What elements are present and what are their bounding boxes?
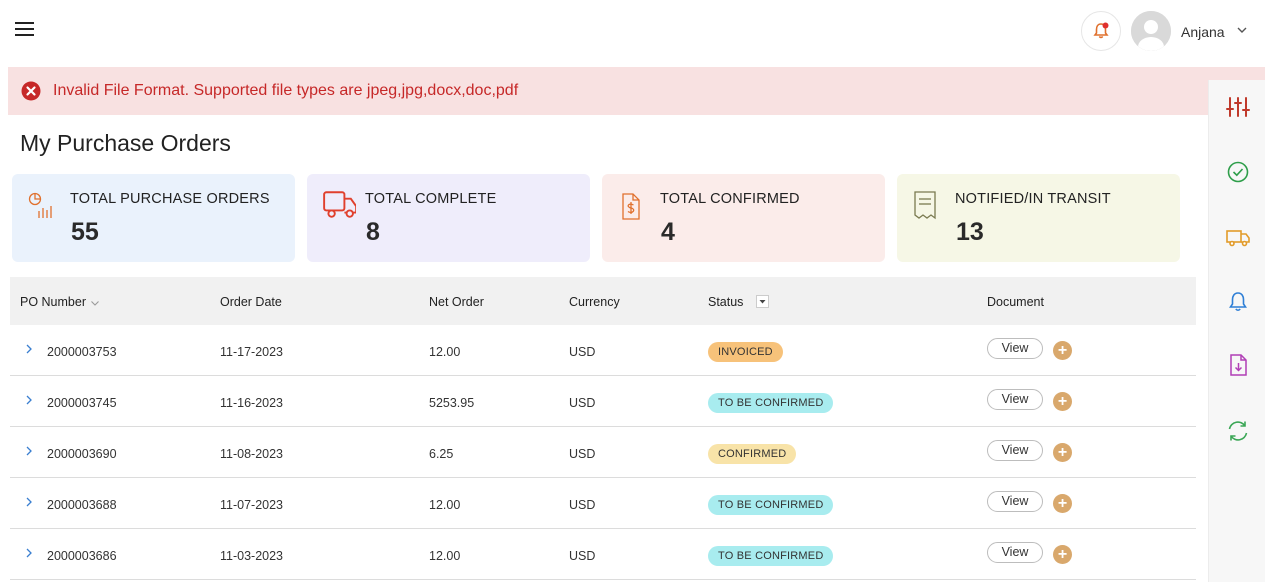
view-document-button[interactable]: View — [987, 542, 1043, 563]
chevron-right-icon[interactable] — [24, 496, 34, 508]
table-row[interactable]: 2000003745 11-16-2023 5253.95 USD TO BE … — [10, 376, 1196, 427]
error-circle-icon — [21, 81, 41, 101]
po-number: 2000003686 — [47, 549, 117, 563]
column-header-status: Status — [708, 295, 744, 309]
hamburger-bar — [15, 22, 34, 24]
chevron-right-icon[interactable] — [24, 547, 34, 559]
column-header-net-order: Net Order — [429, 295, 484, 309]
po-number: 2000003745 — [47, 396, 117, 410]
table-row[interactable]: 2000003690 11-08-2023 6.25 USD CONFIRMED… — [10, 427, 1196, 478]
avatar[interactable] — [1131, 11, 1171, 51]
hamburger-bar — [15, 28, 34, 30]
currency: USD — [569, 345, 596, 359]
truck-icon — [323, 191, 356, 218]
net-order: 6.25 — [429, 447, 454, 461]
sort-chevron-icon[interactable] — [90, 298, 100, 308]
user-name[interactable]: Anjana — [1181, 24, 1225, 40]
alert-message: Invalid File Format. Supported file type… — [53, 82, 519, 99]
column-header-order-date: Order Date — [220, 295, 282, 309]
currency: USD — [569, 498, 596, 512]
add-document-button[interactable]: + — [1053, 341, 1072, 360]
card-total-complete[interactable]: TOTAL COMPLETE 8 — [307, 174, 590, 262]
view-document-button[interactable]: View — [987, 389, 1043, 410]
hamburger-bar — [15, 34, 34, 36]
net-order: 12.00 — [429, 498, 461, 512]
po-number: 2000003753 — [47, 345, 117, 359]
sliders-icon[interactable] — [1225, 94, 1251, 120]
card-value: 55 — [71, 218, 99, 246]
status-badge: TO BE CONFIRMED — [708, 393, 834, 413]
chevron-right-icon[interactable] — [24, 445, 34, 457]
table-header: PO Number Order Date Net Order Currency … — [10, 277, 1196, 325]
error-alert: Invalid File Format. Supported file type… — [8, 67, 1265, 115]
card-label: NOTIFIED/IN TRANSIT — [955, 191, 1111, 207]
chevron-right-icon[interactable] — [24, 343, 34, 355]
right-action-rail — [1208, 80, 1265, 582]
view-document-button[interactable]: View — [987, 440, 1043, 461]
view-document-button[interactable]: View — [987, 338, 1043, 359]
po-number: 2000003690 — [47, 447, 117, 461]
card-label: TOTAL CONFIRMED — [660, 191, 800, 207]
check-circle-icon[interactable] — [1225, 159, 1251, 185]
add-document-button[interactable]: + — [1053, 443, 1072, 462]
chart-icon — [28, 192, 52, 218]
add-document-button[interactable]: + — [1053, 494, 1072, 513]
add-document-button[interactable]: + — [1053, 392, 1072, 411]
table-row[interactable]: 2000003753 11-17-2023 12.00 USD INVOICED… — [10, 325, 1196, 376]
card-value: 4 — [661, 218, 675, 246]
invoice-dollar-icon — [622, 193, 640, 220]
column-header-document: Document — [987, 295, 1044, 309]
column-header-po-number[interactable]: PO Number — [20, 295, 86, 309]
chevron-down-icon[interactable] — [1236, 24, 1248, 36]
table-row[interactable]: 2000003688 11-07-2023 12.00 USD TO BE CO… — [10, 478, 1196, 529]
user-avatar-icon — [1131, 11, 1171, 51]
truck-icon[interactable] — [1225, 224, 1251, 250]
chevron-right-icon[interactable] — [24, 394, 34, 406]
net-order: 5253.95 — [429, 396, 475, 410]
card-notified-in-transit[interactable]: NOTIFIED/IN TRANSIT 13 — [897, 174, 1180, 262]
notifications-button[interactable] — [1081, 11, 1121, 51]
currency: USD — [569, 396, 596, 410]
status-badge: TO BE CONFIRMED — [708, 546, 834, 566]
status-badge: CONFIRMED — [708, 444, 797, 464]
status-badge: INVOICED — [708, 342, 783, 362]
net-order: 12.00 — [429, 345, 461, 359]
page-title: My Purchase Orders — [20, 130, 231, 156]
order-date: 11-07-2023 — [220, 498, 284, 512]
bell-icon[interactable] — [1225, 289, 1251, 315]
status-badge: TO BE CONFIRMED — [708, 495, 834, 515]
order-date: 11-17-2023 — [220, 345, 284, 359]
filter-dropdown-icon[interactable] — [756, 295, 769, 308]
refresh-icon[interactable] — [1225, 418, 1251, 444]
menu-toggle-button[interactable] — [15, 21, 35, 37]
currency: USD — [569, 549, 596, 563]
currency: USD — [569, 447, 596, 461]
order-date: 11-03-2023 — [220, 549, 284, 563]
add-document-button[interactable]: + — [1053, 545, 1072, 564]
order-date: 11-08-2023 — [220, 447, 284, 461]
card-total-purchase-orders[interactable]: TOTAL PURCHASE ORDERS 55 — [12, 174, 295, 262]
order-date: 11-16-2023 — [220, 396, 284, 410]
net-order: 12.00 — [429, 549, 461, 563]
po-number: 2000003688 — [47, 498, 117, 512]
table-row[interactable]: 2000003686 11-03-2023 12.00 USD TO BE CO… — [10, 529, 1196, 580]
bell-icon — [1093, 22, 1109, 39]
file-download-icon[interactable] — [1225, 352, 1251, 378]
card-label: TOTAL PURCHASE ORDERS — [70, 191, 270, 207]
view-document-button[interactable]: View — [987, 491, 1043, 512]
card-total-confirmed[interactable]: TOTAL CONFIRMED 4 — [602, 174, 885, 262]
card-value: 13 — [956, 218, 984, 246]
column-header-currency: Currency — [569, 295, 620, 309]
receipt-icon — [914, 191, 936, 220]
card-value: 8 — [366, 218, 380, 246]
card-label: TOTAL COMPLETE — [365, 191, 497, 207]
purchase-orders-table: PO Number Order Date Net Order Currency … — [10, 277, 1196, 580]
